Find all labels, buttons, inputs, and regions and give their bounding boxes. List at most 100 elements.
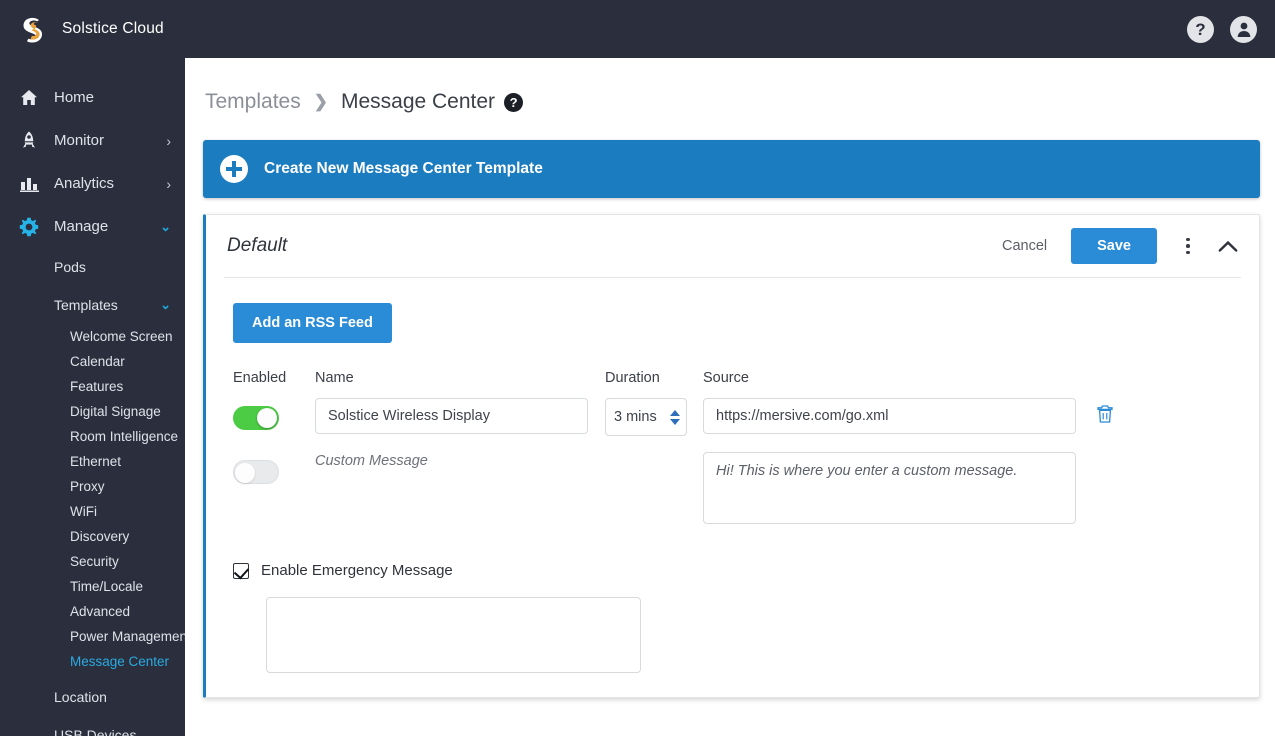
feed-name-input[interactable] xyxy=(315,398,588,434)
column-header-source: Source xyxy=(703,370,749,386)
rss-feed-row: 3 mins xyxy=(233,398,1259,436)
app-window: Solstice Cloud ? Home Monitor › Analytic… xyxy=(0,0,1275,736)
sidebar-item-digital-signage[interactable]: Digital Signage xyxy=(0,399,185,424)
card-header: Default Cancel Save xyxy=(206,215,1259,277)
main-content: Templates ❯ Message Center ? Create New … xyxy=(185,58,1275,736)
form-column-headers: Enabled Name Duration Source xyxy=(233,370,1259,386)
emergency-message-toggle-row: Enable Emergency Message xyxy=(233,562,1259,579)
card-actions: Cancel Save xyxy=(988,228,1245,264)
sidebar-item-message-center[interactable]: Message Center xyxy=(0,649,185,674)
sidebar-item-home[interactable]: Home xyxy=(0,76,185,119)
spinner-up-icon[interactable] xyxy=(670,409,680,416)
create-template-label: Create New Message Center Template xyxy=(264,160,543,177)
custom-label-cell: Custom Message xyxy=(315,452,605,470)
column-header-name: Name xyxy=(315,370,354,386)
chevron-up-icon[interactable] xyxy=(1211,229,1245,263)
emergency-message-textarea[interactable] xyxy=(266,597,641,673)
help-circle-icon[interactable]: ? xyxy=(504,92,524,112)
source-cell xyxy=(703,398,1083,434)
sidebar-template-label: Power Management xyxy=(70,629,185,644)
chevron-right-icon: › xyxy=(166,175,171,192)
custom-message-textarea[interactable] xyxy=(703,452,1076,524)
sidebar-item-templates[interactable]: Templates ⌄ xyxy=(0,286,185,324)
sidebar-subitem-label: Pods xyxy=(54,259,86,275)
kebab-menu-icon[interactable] xyxy=(1171,229,1205,263)
sidebar-item-features[interactable]: Features xyxy=(0,374,185,399)
plus-circle-icon xyxy=(220,155,248,183)
sidebar-item-security[interactable]: Security xyxy=(0,549,185,574)
chevron-right-icon: › xyxy=(166,132,171,149)
sidebar-subitem-label: Templates xyxy=(54,297,118,313)
duration-value: 3 mins xyxy=(614,409,657,425)
sidebar-item-manage[interactable]: Manage ⌄ xyxy=(0,205,185,248)
add-rss-feed-button[interactable]: Add an RSS Feed xyxy=(233,303,392,343)
sidebar-item-calendar[interactable]: Calendar xyxy=(0,349,185,374)
brand[interactable]: Solstice Cloud xyxy=(0,14,185,44)
sidebar-template-label: Advanced xyxy=(70,604,131,619)
checkbox-checked-icon[interactable] xyxy=(233,562,249,579)
sidebar-item-ethernet[interactable]: Ethernet xyxy=(0,449,185,474)
feed-source-input[interactable] xyxy=(703,398,1076,434)
custom-enabled-cell xyxy=(233,452,315,484)
sidebar-item-proxy[interactable]: Proxy xyxy=(0,474,185,499)
gear-icon xyxy=(18,217,40,237)
sidebar-template-label: Proxy xyxy=(70,479,105,494)
home-icon xyxy=(18,88,40,108)
sidebar-template-label: Digital Signage xyxy=(70,404,161,419)
sidebar-item-discovery[interactable]: Discovery xyxy=(0,524,185,549)
sidebar-template-label: Time/Locale xyxy=(70,579,144,594)
chevron-down-icon: ⌄ xyxy=(160,297,171,312)
toggle-switch-off-icon[interactable] xyxy=(233,460,279,484)
duration-cell: 3 mins xyxy=(605,398,703,436)
brand-name: Solstice Cloud xyxy=(62,20,164,37)
breadcrumb-parent[interactable]: Templates xyxy=(205,90,301,114)
card-title: Default xyxy=(227,235,288,256)
cancel-button[interactable]: Cancel xyxy=(988,232,1061,260)
column-header-duration: Duration xyxy=(605,370,660,386)
sidebar-item-monitor[interactable]: Monitor › xyxy=(0,119,185,162)
sidebar-template-label: WiFi xyxy=(70,504,97,519)
sidebar-item-pods[interactable]: Pods xyxy=(0,248,185,286)
sidebar-item-power-management[interactable]: Power Management xyxy=(0,624,185,649)
create-template-button[interactable]: Create New Message Center Template xyxy=(203,140,1260,198)
duration-stepper[interactable]: 3 mins xyxy=(605,398,687,436)
custom-message-cell xyxy=(703,452,1083,529)
custom-message-label: Custom Message xyxy=(315,453,428,469)
sidebar-item-wifi[interactable]: WiFi xyxy=(0,499,185,524)
user-avatar-icon[interactable] xyxy=(1230,15,1257,43)
sidebar-template-label: Features xyxy=(70,379,124,394)
sidebar-subitem-label: Location xyxy=(54,689,107,705)
name-cell xyxy=(315,398,605,434)
spinner-down-icon[interactable] xyxy=(670,418,680,425)
help-circle-icon[interactable]: ? xyxy=(1187,15,1214,43)
sidebar-template-label: Discovery xyxy=(70,529,130,544)
bar-chart-icon xyxy=(18,174,40,194)
toggle-switch-on-icon[interactable] xyxy=(233,406,279,430)
save-button[interactable]: Save xyxy=(1071,228,1157,264)
page-title: Message Center xyxy=(340,90,496,113)
sidebar-subitem-label: USB Devices xyxy=(54,727,137,736)
top-bar-actions: ? xyxy=(1187,15,1275,43)
breadcrumb: Templates ❯ Message Center ? xyxy=(185,58,1275,114)
sidebar-template-label: Ethernet xyxy=(70,454,122,469)
sidebar-template-label: Calendar xyxy=(70,354,125,369)
enabled-cell xyxy=(233,398,315,430)
sidebar-item-time-locale[interactable]: Time/Locale xyxy=(0,574,185,599)
solstice-logo-icon xyxy=(18,14,48,44)
sidebar-item-welcome-screen[interactable]: Welcome Screen xyxy=(0,324,185,349)
top-bar: Solstice Cloud ? xyxy=(0,0,1275,58)
template-card: Default Cancel Save Add an RSS Feed Enab… xyxy=(203,214,1260,698)
sidebar-item-label: Home xyxy=(54,89,95,106)
sidebar-template-label: Welcome Screen xyxy=(70,329,173,344)
sidebar-item-label: Monitor xyxy=(54,132,105,149)
sidebar-template-label: Room Intelligence xyxy=(70,429,179,444)
chevron-right-icon: ❯ xyxy=(313,92,328,111)
sidebar-item-room-intelligence[interactable]: Room Intelligence xyxy=(0,424,185,449)
sidebar-item-usb-devices[interactable]: USB Devices xyxy=(0,716,185,736)
sidebar-item-location[interactable]: Location xyxy=(0,678,185,716)
sidebar-item-advanced[interactable]: Advanced xyxy=(0,599,185,624)
sidebar-item-analytics[interactable]: Analytics › xyxy=(0,162,185,205)
sidebar-template-label: Security xyxy=(70,554,119,569)
spinner-up-down-icon[interactable] xyxy=(670,409,680,425)
trash-icon[interactable] xyxy=(1097,405,1113,428)
